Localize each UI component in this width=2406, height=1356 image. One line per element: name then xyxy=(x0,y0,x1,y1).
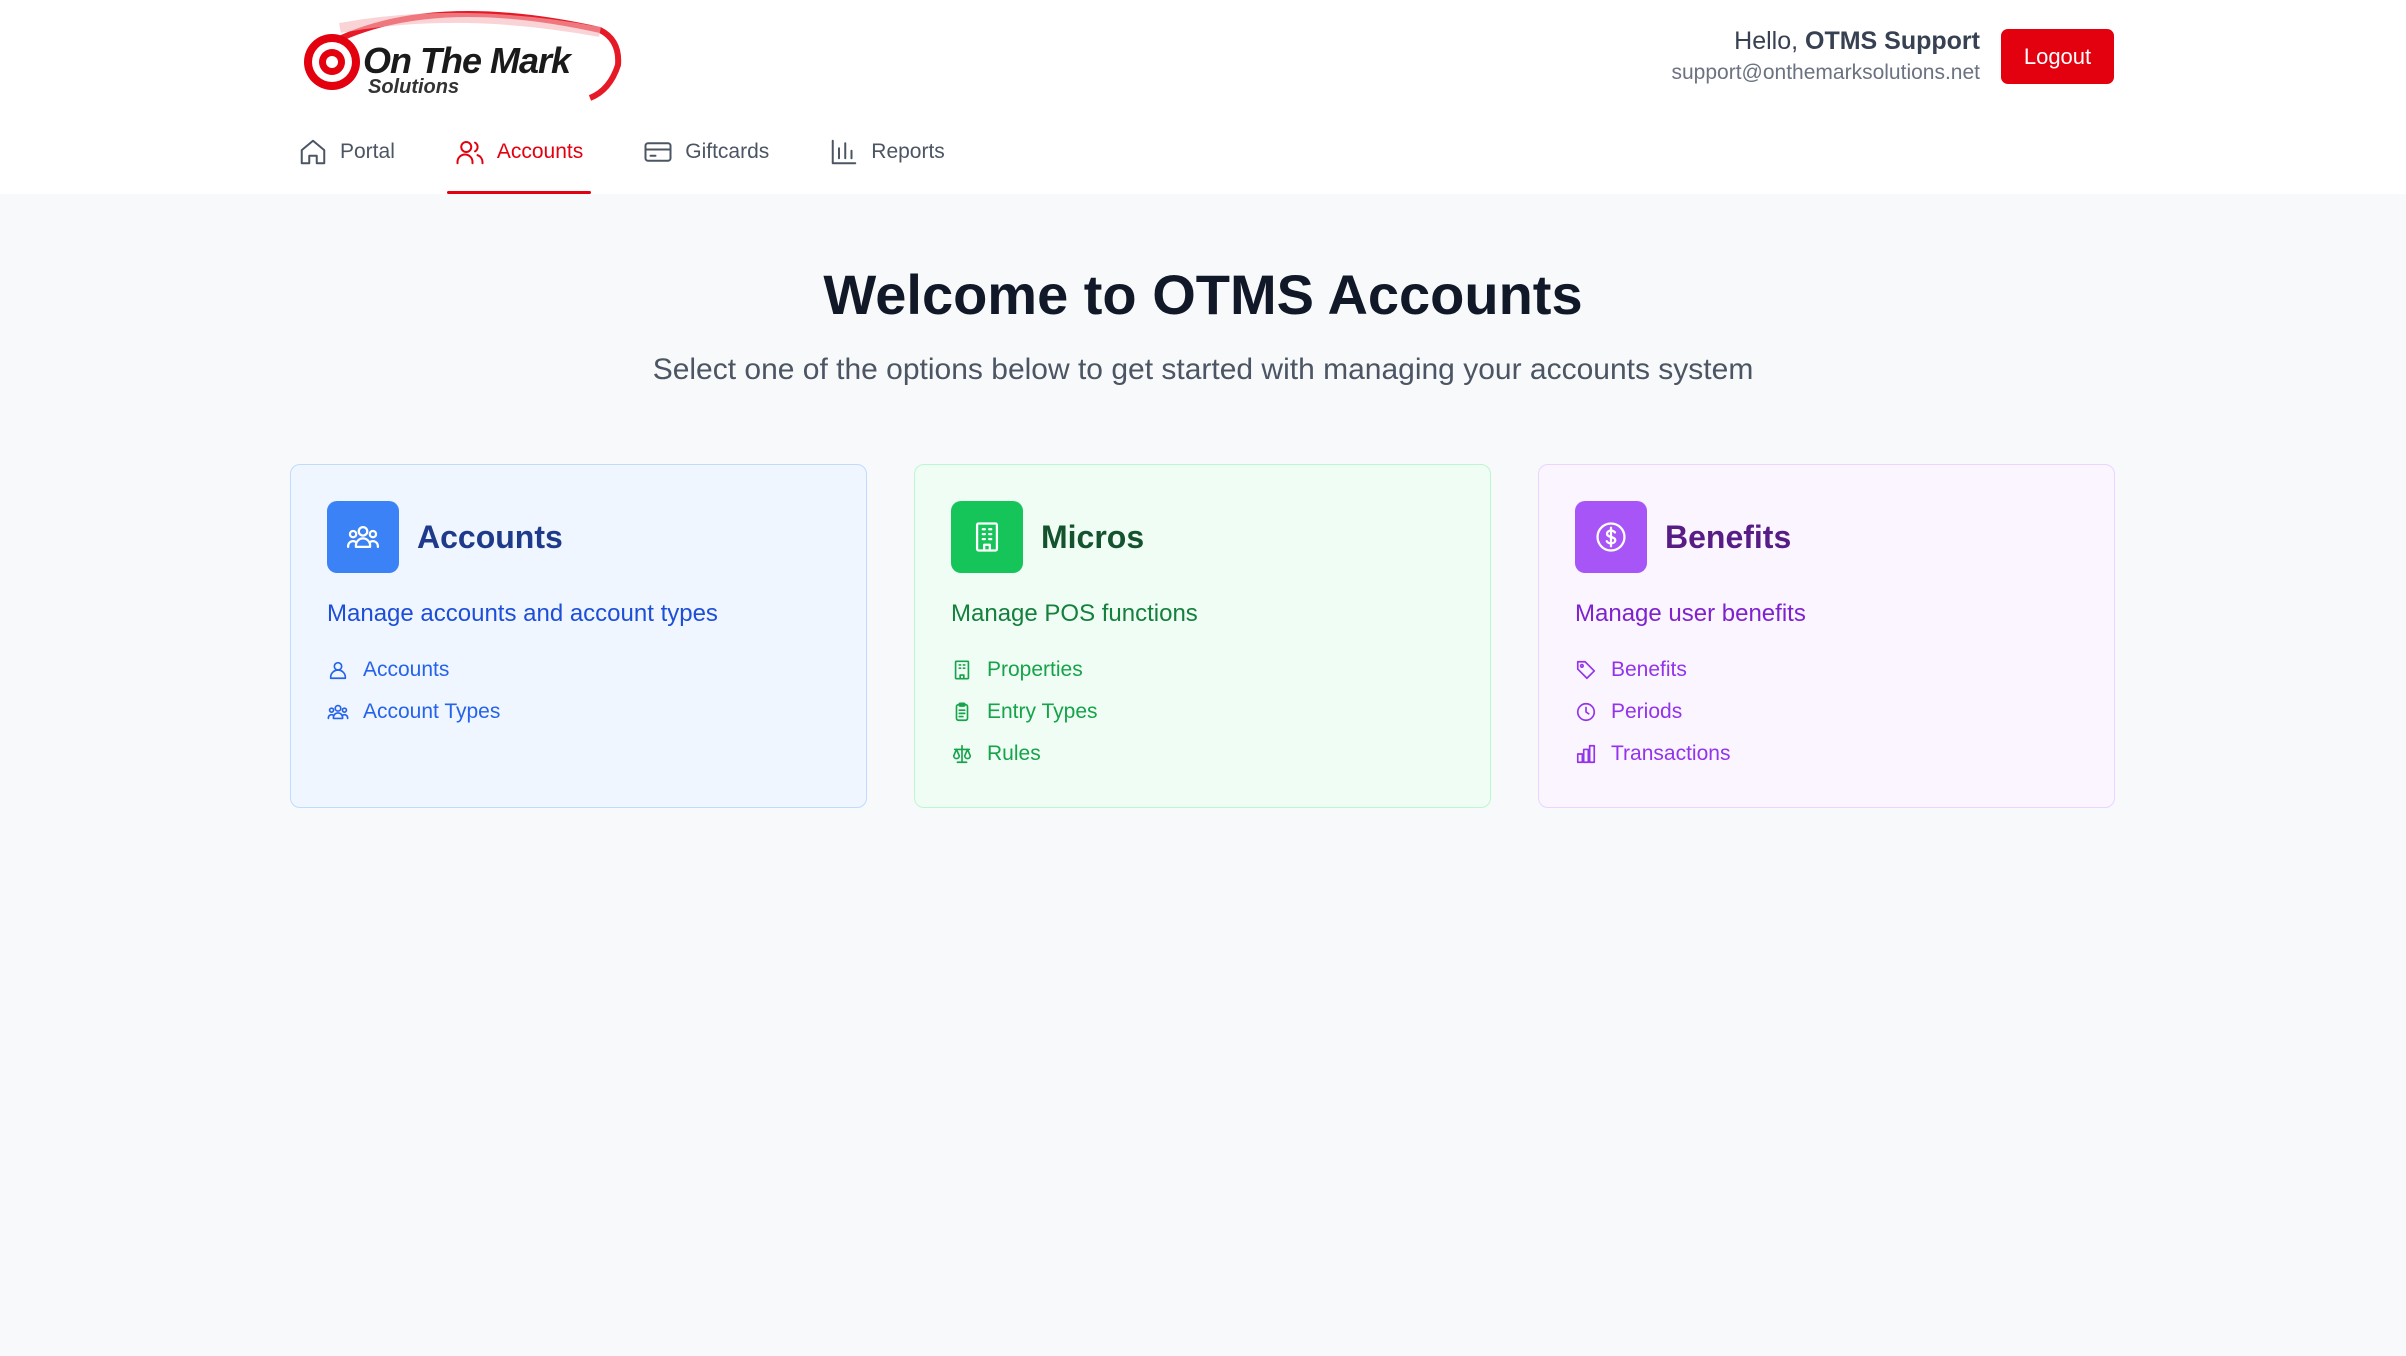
app-header: On The Mark Solutions Hello, OTMS Suppor… xyxy=(0,0,2406,194)
bar-chart-icon xyxy=(832,139,857,165)
link-periods[interactable]: Periods xyxy=(1575,691,2078,733)
accounts-card[interactable]: Accounts Manage accounts and account typ… xyxy=(290,464,867,808)
company-logo[interactable]: On The Mark Solutions xyxy=(300,10,630,102)
user-info: Hello, OTMS Support support@onthemarksol… xyxy=(1672,26,1981,87)
home-icon xyxy=(300,139,326,165)
link-label: Properties xyxy=(987,658,1083,681)
benefits-card[interactable]: Benefits Manage user benefits Benefits P… xyxy=(1538,464,2115,808)
greeting-text: Hello, xyxy=(1734,27,1799,55)
clock-icon xyxy=(1576,702,1596,722)
card-links: Benefits Periods Transactions xyxy=(1575,649,2078,775)
link-accounts[interactable]: Accounts xyxy=(327,649,830,691)
logo-subtitle: Solutions xyxy=(368,76,460,98)
card-description: Manage accounts and account types xyxy=(327,600,718,627)
link-label: Accounts xyxy=(363,658,450,681)
credit-card-icon xyxy=(644,142,672,162)
card-icon-box xyxy=(1575,501,1647,573)
dollar-circle-icon xyxy=(1596,522,1626,552)
users-icon xyxy=(456,141,484,165)
building-icon xyxy=(954,660,970,680)
link-label: Rules xyxy=(987,742,1041,765)
user-icon xyxy=(329,661,347,680)
nav-label: Giftcards xyxy=(685,140,770,163)
user-group-icon xyxy=(346,525,380,549)
scale-icon xyxy=(952,744,972,764)
card-description: Manage user benefits xyxy=(1575,600,1806,627)
link-label: Transactions xyxy=(1611,742,1731,765)
link-properties[interactable]: Properties xyxy=(951,649,1454,691)
card-links: Properties Entry Types Rules xyxy=(951,649,1454,775)
clipboard-icon xyxy=(955,702,969,722)
link-account-types[interactable]: Account Types xyxy=(327,691,830,733)
nav-item-giftcards[interactable]: Giftcards xyxy=(635,130,777,174)
user-group-icon xyxy=(327,704,349,720)
card-title: Accounts xyxy=(417,518,563,555)
user-greeting: Hello, OTMS Support xyxy=(1672,26,1980,56)
page-title: Welcome to OTMS Accounts xyxy=(823,263,1583,326)
nav-label: Accounts xyxy=(496,140,584,163)
card-header: Accounts xyxy=(327,501,830,573)
user-name: OTMS Support xyxy=(1805,27,1980,55)
nav-item-accounts[interactable]: Accounts xyxy=(446,130,592,194)
card-header: Benefits xyxy=(1575,501,2078,573)
card-links: Accounts Account Types xyxy=(327,649,830,733)
micros-card[interactable]: Micros Manage POS functions Properties E… xyxy=(914,464,1491,808)
card-header: Micros xyxy=(951,501,1454,573)
link-label: Account Types xyxy=(363,700,501,723)
building-icon xyxy=(975,522,999,552)
logout-button[interactable]: Logout xyxy=(2001,29,2114,84)
tag-icon xyxy=(1576,660,1596,680)
nav-item-portal[interactable]: Portal xyxy=(290,130,403,174)
chart-icon xyxy=(1576,744,1596,764)
link-label: Periods xyxy=(1611,700,1683,723)
link-label: Benefits xyxy=(1611,658,1687,681)
card-description: Manage POS functions xyxy=(951,600,1198,627)
card-icon-box xyxy=(951,501,1023,573)
page-subtitle: Select one of the options below to get s… xyxy=(652,353,1754,386)
link-rules[interactable]: Rules xyxy=(951,733,1454,775)
nav-item-reports[interactable]: Reports xyxy=(821,130,953,174)
card-title: Benefits xyxy=(1665,518,1792,555)
link-label: Entry Types xyxy=(987,700,1098,723)
link-benefits[interactable]: Benefits xyxy=(1575,649,2078,691)
card-icon-box xyxy=(327,501,399,573)
card-title: Micros xyxy=(1041,518,1145,555)
nav-label: Reports xyxy=(871,140,945,163)
link-transactions[interactable]: Transactions xyxy=(1575,733,2078,775)
user-email: support@onthemarksolutions.net xyxy=(1671,61,1981,84)
link-entry-types[interactable]: Entry Types xyxy=(951,691,1454,733)
main-nav: Portal Accounts Giftcards Reports xyxy=(290,130,997,194)
nav-label: Portal xyxy=(340,140,395,163)
